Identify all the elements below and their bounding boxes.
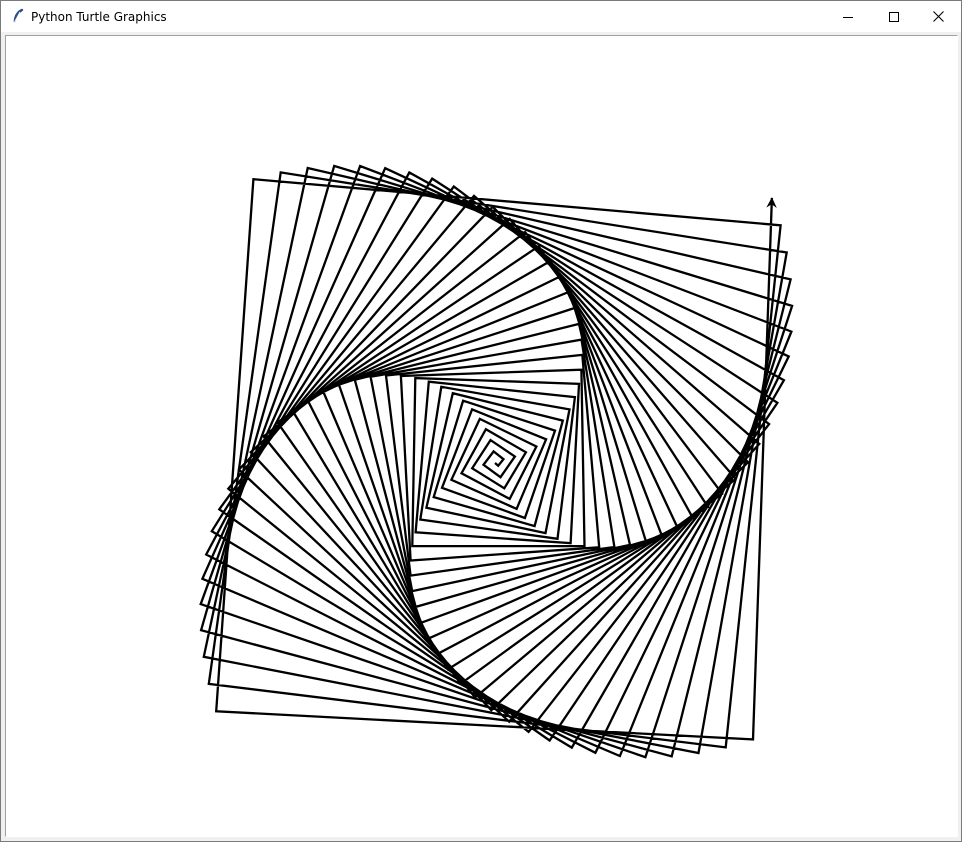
window-title: Python Turtle Graphics: [31, 10, 167, 24]
maximize-icon: [889, 11, 899, 22]
spiral-path: [199, 164, 794, 759]
turtle-window: Python Turtle Graphics: [0, 0, 962, 842]
minimize-icon: [843, 12, 853, 22]
turtle-canvas[interactable]: [7, 37, 956, 835]
minimize-button[interactable]: [825, 1, 871, 32]
close-button[interactable]: [915, 1, 961, 32]
close-icon: [932, 11, 944, 22]
canvas-frame: [5, 35, 958, 837]
maximize-button[interactable]: [871, 1, 917, 32]
title-bar[interactable]: Python Turtle Graphics: [1, 1, 961, 32]
feather-icon: [11, 8, 25, 24]
spiral-drawing: [199, 164, 794, 759]
